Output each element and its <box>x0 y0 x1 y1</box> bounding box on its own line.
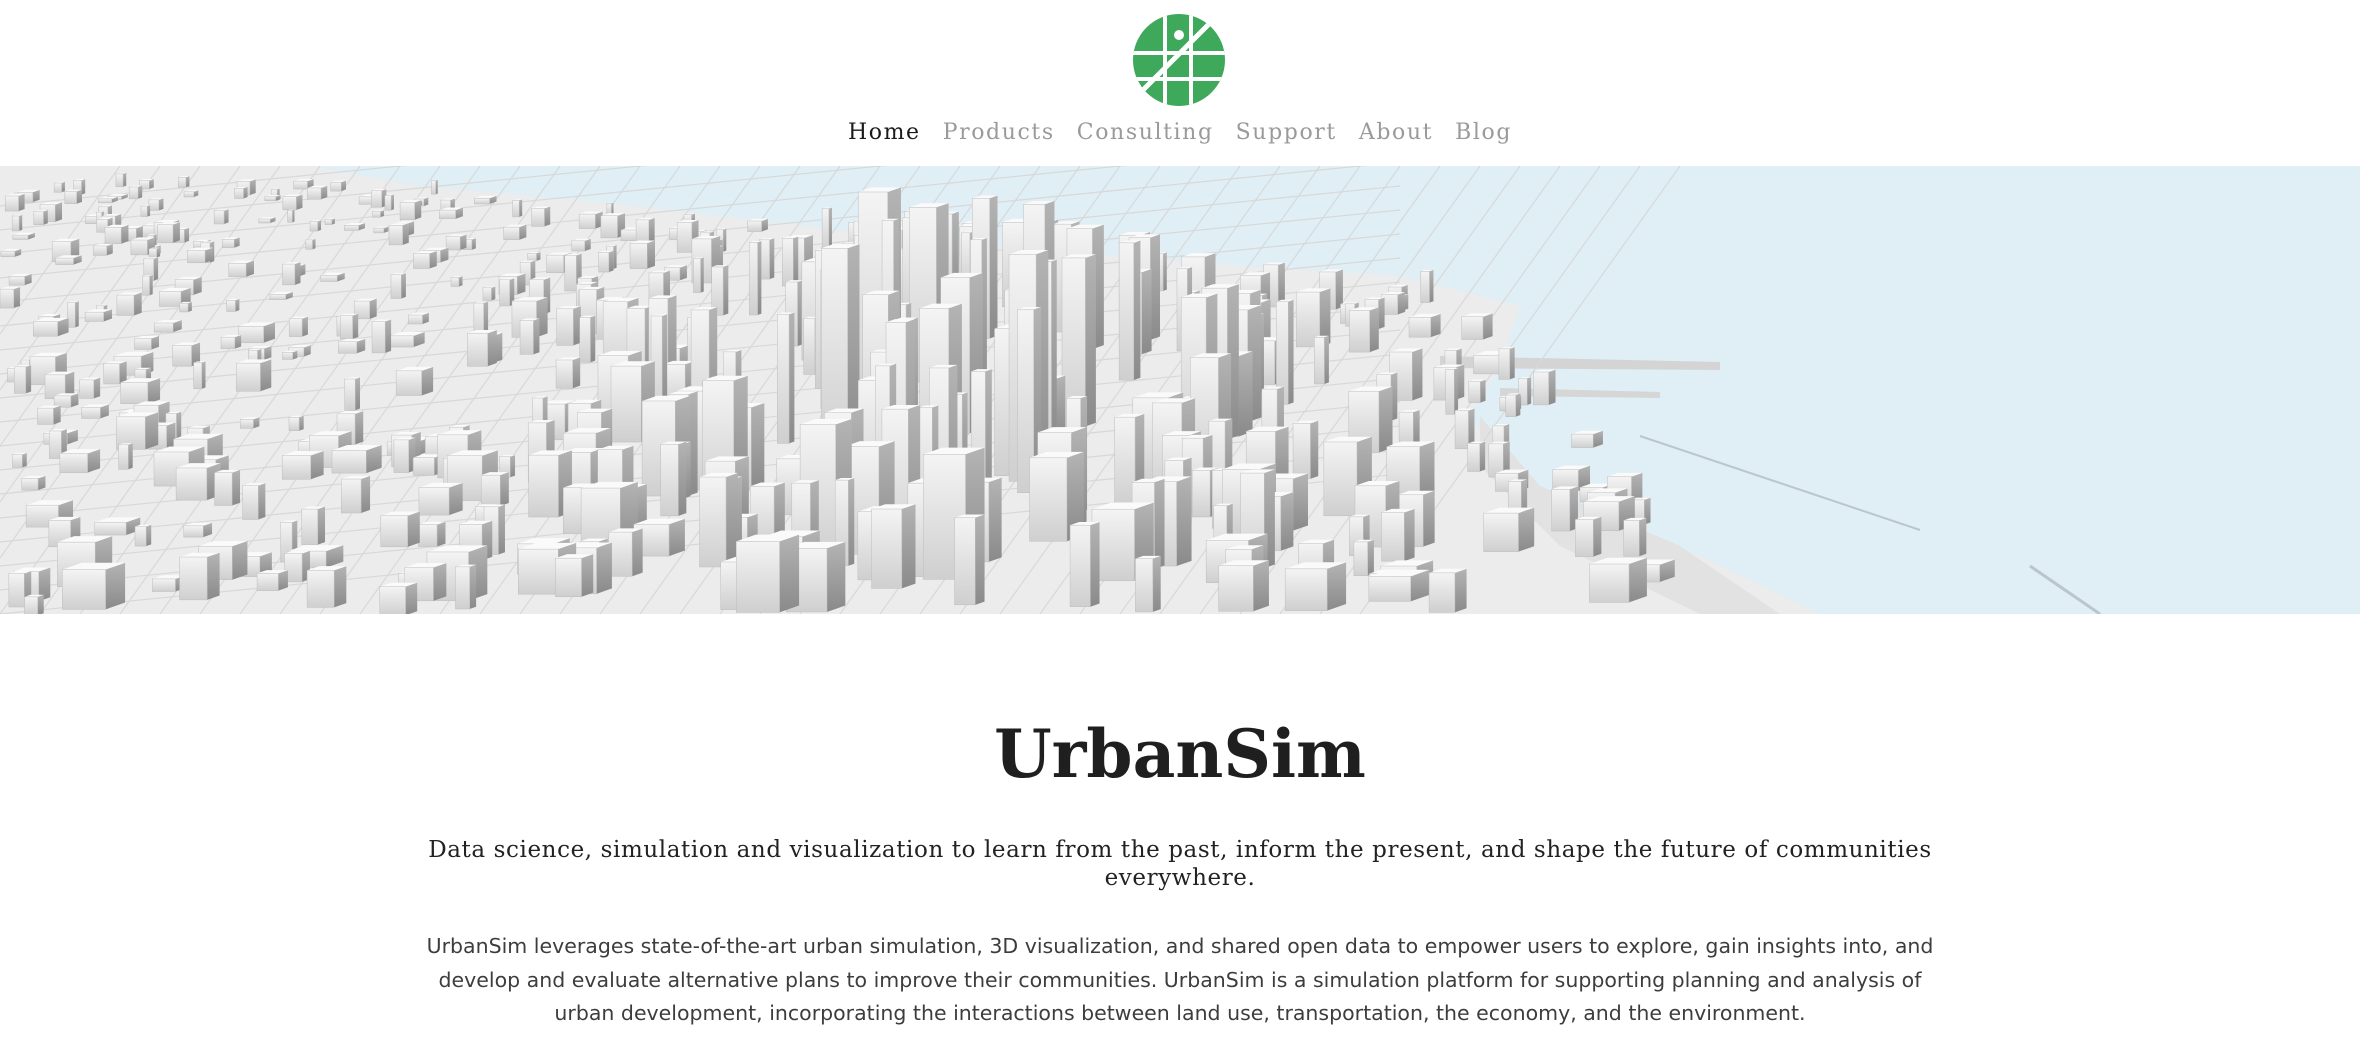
city-skyline-3d-image <box>0 166 2360 614</box>
nav-consulting-link[interactable]: Consulting <box>1077 120 1214 145</box>
description-paragraph: UrbanSim leverages state-of-the-art urba… <box>426 934 1934 1025</box>
main-content: UrbanSim Data science, simulation and vi… <box>0 614 2360 1044</box>
hero-city-image <box>0 166 2360 614</box>
tagline: Data science, simulation and visualizati… <box>428 837 1932 891</box>
site-header: Home Products Consulting Support About B… <box>0 0 2360 166</box>
nav-blog-link[interactable]: Blog <box>1455 120 1512 145</box>
nav-home-link[interactable]: Home <box>848 120 921 145</box>
page-title: UrbanSim <box>994 715 1366 793</box>
main-nav: Home Products Consulting Support About B… <box>0 112 2360 152</box>
nav-products-link[interactable]: Products <box>943 120 1055 145</box>
nav-about-link[interactable]: About <box>1359 120 1433 145</box>
nav-support-link[interactable]: Support <box>1236 120 1337 145</box>
urbansim-logo-icon[interactable] <box>1132 13 1226 107</box>
